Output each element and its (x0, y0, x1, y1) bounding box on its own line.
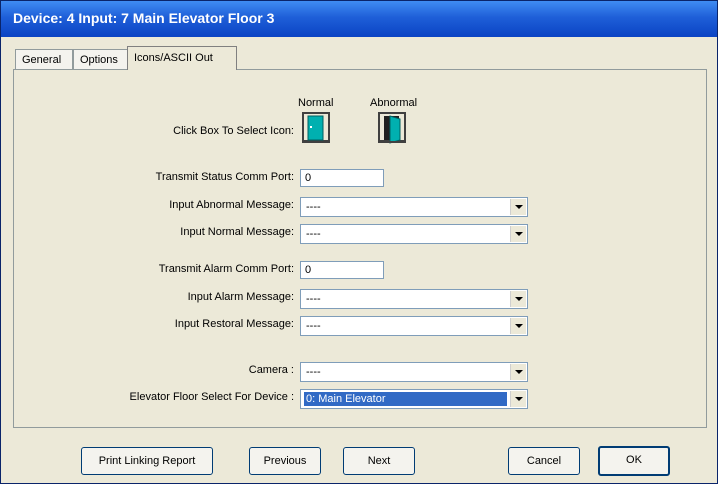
chevron-down-icon[interactable] (510, 364, 526, 380)
alarm-message-value: ---- (306, 293, 321, 305)
normal-header: Normal (298, 97, 334, 109)
next-button[interactable]: Next (343, 447, 415, 475)
status-port-field[interactable]: 0 (300, 169, 384, 187)
normal-message-label: Input Normal Message: (180, 226, 294, 238)
normal-message-value: ---- (306, 228, 321, 240)
chevron-down-icon[interactable] (510, 199, 526, 215)
elevator-floor-value: 0: Main Elevator (304, 392, 507, 406)
abnormal-message-value: ---- (306, 201, 321, 213)
tab-panel: Normal Abnormal Click Box To Select Icon… (13, 69, 707, 428)
dialog-window: Device: 4 Input: 7 Main Elevator Floor 3… (0, 0, 718, 484)
chevron-down-icon[interactable] (510, 318, 526, 334)
chevron-down-icon[interactable] (510, 391, 526, 407)
door-closed-icon[interactable] (302, 112, 330, 144)
restoral-message-label: Input Restoral Message: (174, 318, 294, 330)
cancel-button[interactable]: Cancel (508, 447, 580, 475)
abnormal-header: Abnormal (370, 97, 418, 109)
restoral-message-dropdown[interactable]: ---- (300, 316, 528, 336)
alarm-port-label: Transmit Alarm Comm Port: (158, 263, 294, 275)
print-linking-report-button[interactable]: Print Linking Report (81, 447, 213, 475)
camera-dropdown[interactable]: ---- (300, 362, 528, 382)
tab-general[interactable]: General (15, 49, 73, 69)
select-icon-label: Click Box To Select Icon: (173, 125, 294, 137)
title-bar[interactable]: Device: 4 Input: 7 Main Elevator Floor 3 (1, 1, 717, 37)
tab-icons-ascii-out[interactable]: Icons/ASCII Out (127, 46, 237, 70)
door-open-icon[interactable] (378, 112, 406, 144)
camera-label: Camera : (248, 364, 294, 376)
alarm-port-field[interactable]: 0 (300, 261, 384, 279)
restoral-message-value: ---- (306, 320, 321, 332)
chevron-down-icon[interactable] (510, 291, 526, 307)
alarm-message-dropdown[interactable]: ---- (300, 289, 528, 309)
previous-button[interactable]: Previous (249, 447, 321, 475)
camera-value: ---- (306, 366, 321, 378)
elevator-floor-dropdown[interactable]: 0: Main Elevator (300, 389, 528, 409)
alarm-message-label: Input Alarm Message: (187, 291, 294, 303)
abnormal-message-dropdown[interactable]: ---- (300, 197, 528, 217)
status-port-label: Transmit Status Comm Port: (155, 171, 294, 183)
ok-button[interactable]: OK (598, 446, 670, 476)
tab-options[interactable]: Options (73, 49, 128, 69)
normal-message-dropdown[interactable]: ---- (300, 224, 528, 244)
abnormal-message-label: Input Abnormal Message: (169, 199, 294, 211)
elevator-floor-label: Elevator Floor Select For Device : (129, 391, 294, 403)
chevron-down-icon[interactable] (510, 226, 526, 242)
window-title: Device: 4 Input: 7 Main Elevator Floor 3 (13, 10, 275, 26)
